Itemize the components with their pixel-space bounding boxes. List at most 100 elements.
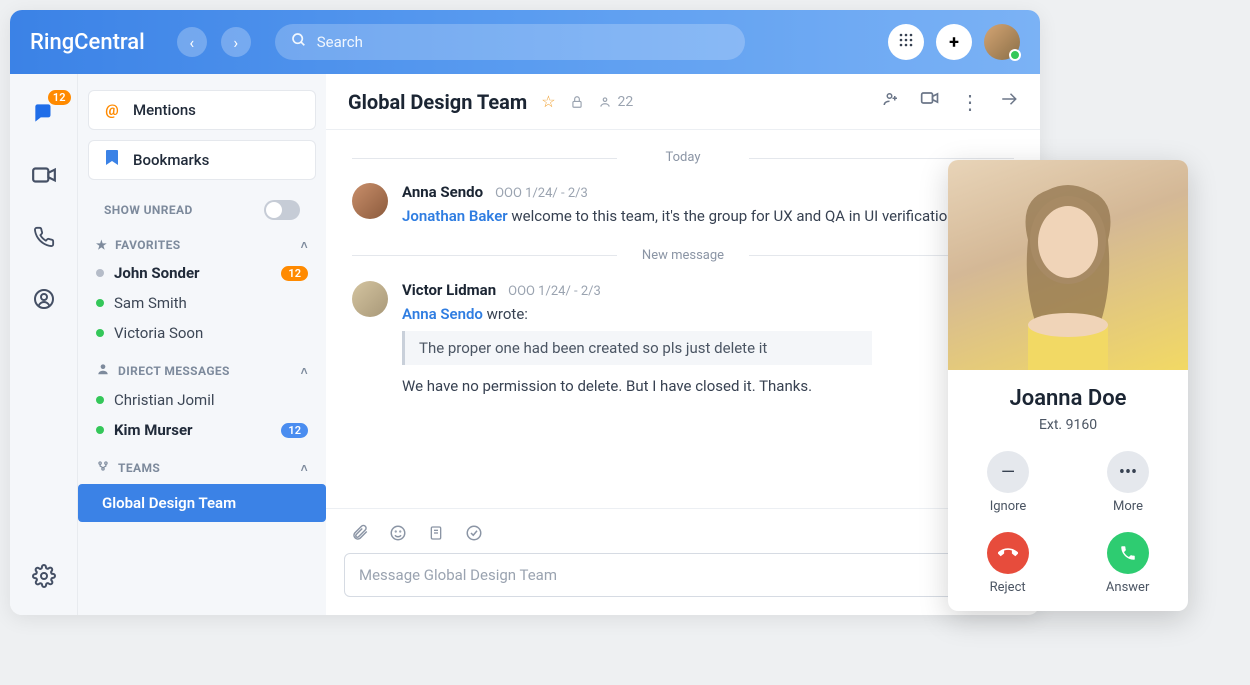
incoming-call-card: Joanna Doe Ext. 9160 — Ignore ••• More R… — [948, 160, 1188, 611]
search-input[interactable] — [317, 33, 729, 51]
attach-icon[interactable] — [350, 523, 370, 543]
answer-label: Answer — [1106, 580, 1149, 595]
members-count[interactable]: 22 — [598, 94, 634, 110]
contact-name: Kim Murser — [114, 421, 193, 439]
rail-phone-button[interactable] — [31, 224, 57, 250]
user-avatar[interactable] — [984, 24, 1020, 60]
members-number: 22 — [618, 94, 634, 110]
chevron-up-icon[interactable]: ˄ — [301, 364, 308, 378]
message-avatar[interactable] — [352, 281, 388, 317]
rail-chat-badge: 12 — [48, 90, 71, 105]
app-window: RingCentral ‹ › + 12 — [10, 10, 1040, 615]
person-icon — [96, 362, 110, 379]
app-title: RingCentral — [30, 30, 145, 55]
message-composer[interactable]: Message Global Design Team — [344, 553, 1022, 597]
chevron-up-icon[interactable]: ˄ — [301, 238, 308, 252]
dialpad-button[interactable] — [888, 24, 924, 60]
message-item: Anna Sendo OOO 1/24/ - 2/3 Jonathan Bake… — [352, 183, 1014, 228]
contact-row[interactable]: Sam Smith — [88, 288, 316, 318]
mentions-pill[interactable]: @ Mentions — [88, 90, 316, 130]
video-call-icon[interactable] — [920, 90, 940, 114]
caller-extension: Ext. 9160 — [948, 417, 1188, 433]
message-list: Today Anna Sendo OOO 1/24/ - 2/3 Jonatha… — [326, 130, 1040, 508]
message-time: OOO 1/24/ - 2/3 — [495, 186, 588, 201]
message-avatar[interactable] — [352, 183, 388, 219]
contact-name: Christian Jomil — [114, 391, 215, 409]
mention-link[interactable]: Anna Sendo — [402, 305, 483, 323]
chevron-left-icon: ‹ — [189, 33, 194, 52]
quote-header: Anna Sendo wrote: — [402, 303, 1014, 326]
teams-icon — [96, 459, 110, 476]
dialpad-icon — [898, 32, 914, 53]
message-text: We have no permission to delete. But I h… — [402, 375, 1014, 398]
composer-area: Message Global Design Team — [326, 508, 1040, 615]
teams-label: TEAMS — [118, 461, 160, 475]
presence-dot-icon — [96, 396, 104, 404]
rail-chat-button[interactable]: 12 — [31, 100, 57, 126]
hangup-icon — [987, 532, 1029, 574]
more-options-icon[interactable]: ⋮ — [960, 90, 980, 114]
ignore-label: Ignore — [990, 499, 1027, 514]
add-person-icon[interactable] — [882, 90, 900, 114]
message-author[interactable]: Victor Lidman — [402, 281, 496, 299]
create-button[interactable]: + — [936, 24, 972, 60]
star-icon: ★ — [96, 238, 107, 252]
caller-name: Joanna Doe — [948, 386, 1188, 411]
show-unread-label: SHOW UNREAD — [104, 203, 193, 217]
contact-row[interactable]: Victoria Soon — [88, 318, 316, 348]
message-author[interactable]: Anna Sendo — [402, 183, 483, 201]
bookmark-icon — [103, 150, 121, 170]
contact-row[interactable]: Christian Jomil — [88, 385, 316, 415]
plus-icon: + — [949, 32, 959, 53]
dm-label: DIRECT MESSAGES — [118, 364, 230, 378]
contact-name: John Sonder — [114, 264, 200, 282]
rail-video-button[interactable] — [31, 162, 57, 188]
bookmarks-label: Bookmarks — [133, 151, 209, 169]
emoji-icon[interactable] — [388, 523, 408, 543]
more-call-button[interactable]: ••• More — [1107, 451, 1149, 514]
minus-icon: — — [987, 451, 1029, 493]
team-row[interactable]: Global Design Team — [78, 484, 326, 522]
contact-name: Victoria Soon — [114, 324, 203, 342]
presence-indicator — [1009, 49, 1021, 61]
people-icon — [598, 95, 612, 109]
show-unread-toggle[interactable] — [264, 200, 300, 220]
quote-block: The proper one had been created so pls j… — [402, 331, 872, 365]
chevron-up-icon[interactable]: ˄ — [301, 461, 308, 475]
task-icon[interactable] — [464, 523, 484, 543]
nav-forward-button[interactable]: › — [221, 27, 251, 57]
reject-call-button[interactable]: Reject — [987, 532, 1029, 595]
presence-dot-icon — [96, 426, 104, 434]
answer-call-button[interactable]: Answer — [1106, 532, 1149, 595]
more-label: More — [1113, 499, 1143, 514]
show-unread-row: SHOW UNREAD — [96, 200, 308, 220]
contact-row[interactable]: Kim Murser 12 — [88, 415, 316, 445]
mention-link[interactable]: Jonathan Baker — [402, 207, 508, 225]
unread-count-badge: 12 — [281, 266, 308, 281]
contact-row[interactable]: John Sonder 12 — [88, 258, 316, 288]
note-icon[interactable] — [426, 523, 446, 543]
favorites-header[interactable]: ★ FAVORITES ˄ — [88, 232, 316, 258]
chat-panel: Global Design Team ☆ 22 ⋮ Today — [326, 74, 1040, 615]
rail-settings-button[interactable] — [31, 563, 57, 589]
teams-header[interactable]: TEAMS ˄ — [88, 453, 316, 482]
lock-icon — [570, 95, 584, 109]
sidebar: @ Mentions Bookmarks SHOW UNREAD ★ FAVOR… — [78, 74, 326, 615]
presence-dot-icon — [96, 299, 104, 307]
star-outline-icon[interactable]: ☆ — [541, 92, 555, 111]
collapse-panel-icon[interactable] — [1000, 90, 1018, 114]
rail-contacts-button[interactable] — [31, 286, 57, 312]
dots-icon: ••• — [1107, 451, 1149, 493]
ignore-call-button[interactable]: — Ignore — [987, 451, 1029, 514]
bookmarks-pill[interactable]: Bookmarks — [88, 140, 316, 180]
app-header: RingCentral ‹ › + — [10, 10, 1040, 74]
nav-back-button[interactable]: ‹ — [177, 27, 207, 57]
chat-title: Global Design Team — [348, 90, 527, 114]
chevron-right-icon: › — [233, 33, 238, 52]
search-icon — [291, 32, 307, 52]
dm-header[interactable]: DIRECT MESSAGES ˄ — [88, 356, 316, 385]
message-item: Victor Lidman OOO 1/24/ - 2/3 Anna Sendo… — [352, 281, 1014, 398]
date-divider: Today — [352, 150, 1014, 165]
search-bar[interactable] — [275, 24, 745, 60]
message-time: OOO 1/24/ - 2/3 — [508, 284, 601, 299]
